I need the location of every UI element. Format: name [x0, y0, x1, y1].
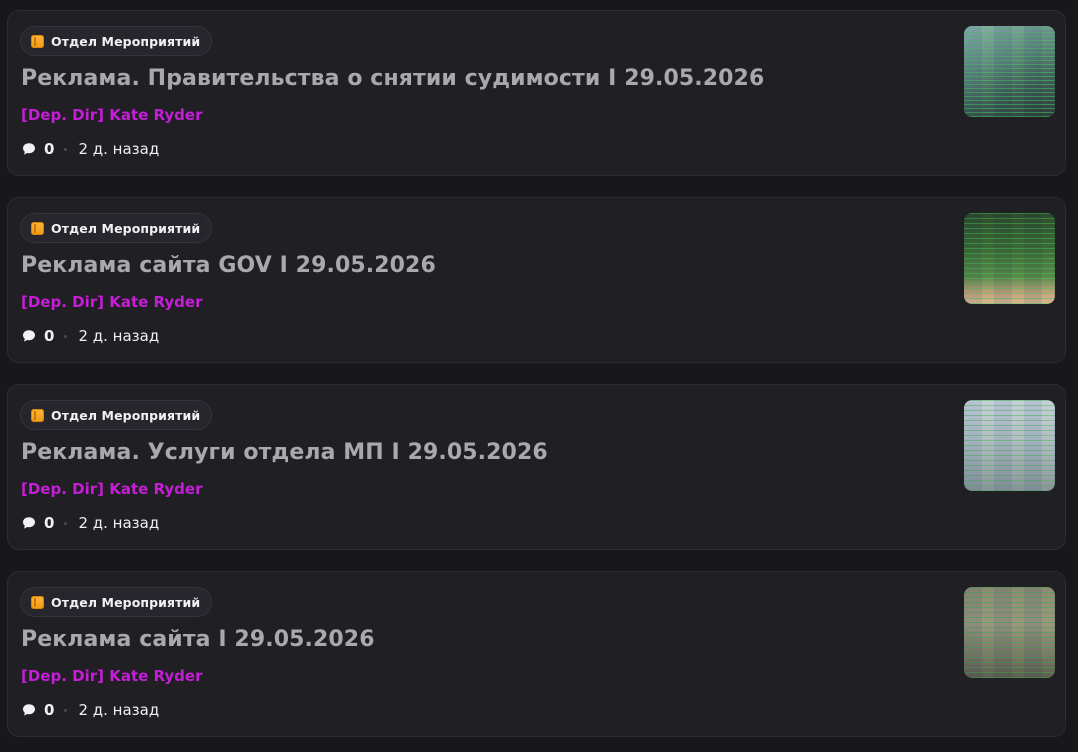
category-tag[interactable]: Отдел Мероприятий — [20, 26, 213, 56]
post-card[interactable]: Отдел Мероприятий Реклама. Правительства… — [7, 10, 1066, 176]
post-title[interactable]: Реклама сайта I 29.05.2026 — [21, 627, 375, 652]
post-author[interactable]: [Dep. Dir] Kate Ryder — [21, 293, 202, 311]
post-thumbnail[interactable] — [964, 213, 1055, 304]
category-label: Отдел Мероприятий — [51, 594, 201, 610]
folder-icon — [31, 34, 44, 48]
post-author[interactable]: [Dep. Dir] Kate Ryder — [21, 480, 202, 498]
post-card[interactable]: Отдел Мероприятий Реклама сайта I 29.05.… — [7, 571, 1066, 737]
separator-dot — [64, 147, 68, 151]
post-thumbnail[interactable] — [964, 26, 1055, 117]
speech-bubble-icon — [23, 704, 35, 716]
post-card[interactable]: Отдел Мероприятий Реклама. Услуги отдела… — [7, 384, 1066, 550]
speech-bubble-icon — [23, 143, 35, 155]
post-author[interactable]: [Dep. Dir] Kate Ryder — [21, 667, 202, 685]
post-time: 2 д. назад — [78, 514, 160, 532]
separator-dot — [64, 708, 68, 712]
comment-count: 0 — [44, 701, 55, 719]
comment-count: 0 — [44, 327, 55, 345]
post-card[interactable]: Отдел Мероприятий Реклама сайта GOV I 29… — [7, 197, 1066, 363]
post-time: 2 д. назад — [78, 140, 160, 158]
category-tag[interactable]: Отдел Мероприятий — [20, 587, 213, 617]
post-meta: 0 2 д. назад — [22, 700, 159, 720]
post-meta: 0 2 д. назад — [22, 326, 159, 346]
post-time: 2 д. назад — [78, 701, 160, 719]
comment-count: 0 — [44, 140, 55, 158]
post-time: 2 д. назад — [78, 327, 160, 345]
category-label: Отдел Мероприятий — [51, 407, 201, 423]
folder-icon — [31, 408, 44, 422]
post-thumbnail[interactable] — [964, 400, 1055, 491]
post-title[interactable]: Реклама. Правительства о снятии судимост… — [21, 66, 764, 91]
folder-icon — [31, 595, 44, 609]
post-author[interactable]: [Dep. Dir] Kate Ryder — [21, 106, 202, 124]
post-meta: 0 2 д. назад — [22, 139, 159, 159]
post-meta: 0 2 д. назад — [22, 513, 159, 533]
separator-dot — [64, 334, 68, 338]
post-feed: Отдел Мероприятий Реклама. Правительства… — [0, 0, 1078, 752]
post-thumbnail[interactable] — [964, 587, 1055, 678]
post-title[interactable]: Реклама сайта GOV I 29.05.2026 — [21, 253, 436, 278]
separator-dot — [64, 521, 68, 525]
category-label: Отдел Мероприятий — [51, 220, 201, 236]
speech-bubble-icon — [23, 517, 35, 529]
category-tag[interactable]: Отдел Мероприятий — [20, 213, 213, 243]
folder-icon — [31, 221, 44, 235]
post-title[interactable]: Реклама. Услуги отдела МП I 29.05.2026 — [21, 440, 548, 465]
speech-bubble-icon — [23, 330, 35, 342]
category-tag[interactable]: Отдел Мероприятий — [20, 400, 213, 430]
comment-count: 0 — [44, 514, 55, 532]
category-label: Отдел Мероприятий — [51, 33, 201, 49]
